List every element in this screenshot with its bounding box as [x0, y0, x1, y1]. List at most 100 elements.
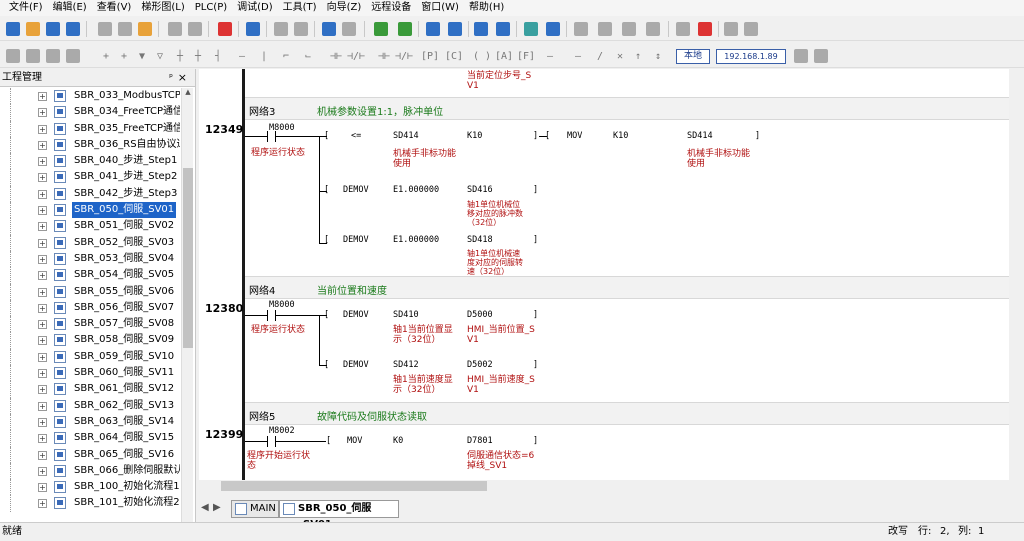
logout-icon[interactable]: [742, 20, 760, 38]
insert-network-icon[interactable]: [596, 20, 614, 38]
scroll-up-icon[interactable]: ▲: [182, 88, 194, 100]
expand-icon[interactable]: +: [38, 352, 47, 362]
n4-i2-dest[interactable]: D5002: [467, 360, 493, 370]
contact-comment[interactable]: 程序开始运行状 态: [247, 451, 310, 471]
menu-item[interactable]: 工具(T): [278, 0, 322, 16]
slash-icon[interactable]: /: [590, 47, 610, 65]
tree-item[interactable]: + SBR_057_伺服_SV08: [0, 316, 180, 333]
expand-icon[interactable]: +: [38, 108, 47, 118]
mov-instruction[interactable]: MOV: [567, 131, 582, 141]
download-icon[interactable]: [472, 20, 490, 38]
expand-icon[interactable]: +: [38, 385, 47, 395]
tree-item[interactable]: + SBR_059_伺服_SV10: [0, 348, 180, 366]
tree-item[interactable]: + SBR_033_ModbusTCP_: [0, 88, 180, 105]
expand-icon[interactable]: +: [38, 336, 47, 346]
hline2-icon[interactable]: ⌐: [276, 47, 296, 65]
expand-icon[interactable]: +: [38, 287, 47, 297]
tree-item[interactable]: + SBR_052_伺服_SV03: [0, 234, 180, 251]
tree-item[interactable]: + SBR_034_FreeTCP通信: [0, 104, 180, 121]
tree-item[interactable]: + SBR_056_伺服_SV07: [0, 299, 180, 317]
redo-icon[interactable]: [186, 20, 204, 38]
wire-tool3-icon[interactable]: ┤: [208, 47, 228, 65]
tree-item[interactable]: + SBR_051_伺服_SV02: [0, 218, 180, 235]
mov-source[interactable]: K10: [613, 131, 628, 141]
connect-icon[interactable]: [792, 47, 810, 65]
expand-icon[interactable]: +: [38, 189, 47, 199]
scroll-thumb[interactable]: [183, 168, 193, 348]
search-icon[interactable]: [244, 20, 262, 38]
print-preview-icon[interactable]: [292, 20, 310, 38]
expand-icon[interactable]: +: [38, 450, 47, 460]
no-contact-icon[interactable]: ⊣⊢: [326, 47, 346, 65]
network-4-header[interactable]: 网络4 当前位置和速度: [245, 276, 1009, 299]
func-a-icon[interactable]: [A]: [494, 47, 514, 65]
expand-icon[interactable]: +: [38, 320, 47, 330]
n4-i2-source[interactable]: SD412: [393, 360, 419, 370]
mode-c-icon[interactable]: [44, 47, 62, 65]
demov2-instruction[interactable]: DEMOV: [343, 235, 369, 245]
ip-address-button[interactable]: 192.168.1.89: [716, 49, 786, 64]
print-icon[interactable]: [272, 20, 290, 38]
n5-i1-instruction[interactable]: MOV: [347, 436, 362, 446]
mode-a-icon[interactable]: [4, 47, 22, 65]
cut-icon[interactable]: [96, 20, 114, 38]
expand-icon[interactable]: +: [38, 369, 47, 379]
up-arrow-icon[interactable]: ↑: [628, 47, 648, 65]
compare-b[interactable]: K10: [467, 131, 482, 141]
expand-icon[interactable]: +: [38, 222, 47, 232]
editor-hscrollbar[interactable]: [199, 480, 1009, 492]
n4-i2-instruction[interactable]: DEMOV: [343, 360, 369, 370]
menu-item[interactable]: 梯形图(L): [136, 0, 189, 16]
tree-item[interactable]: + SBR_041_步进_Step2: [0, 169, 180, 186]
close-icon[interactable]: ×: [178, 69, 187, 87]
demov1-source[interactable]: E1.000000: [393, 185, 439, 195]
demov2-source[interactable]: E1.000000: [393, 235, 439, 245]
tree-item[interactable]: + SBR_036_RS自由协议通: [0, 136, 180, 154]
menu-item[interactable]: 窗口(W): [416, 0, 464, 16]
menu-item[interactable]: 文件(F): [4, 0, 48, 16]
menu-item[interactable]: 远程设备: [366, 0, 416, 16]
demov2-dest[interactable]: SD418: [467, 235, 493, 245]
compile-icon[interactable]: [372, 20, 390, 38]
expand-icon[interactable]: +: [38, 483, 47, 493]
n5-i1-dest[interactable]: D7801: [467, 436, 493, 446]
tree-item[interactable]: + SBR_040_步进_Step1: [0, 153, 180, 170]
network-5-header[interactable]: 网络5 故障代码及伺服状态读取: [245, 402, 1009, 425]
mov-dest[interactable]: SD414: [687, 131, 713, 141]
monitor-icon[interactable]: [522, 20, 540, 38]
dash-icon[interactable]: —: [540, 47, 560, 65]
compare-op[interactable]: <=: [351, 131, 361, 141]
n4-i1-instruction[interactable]: DEMOV: [343, 310, 369, 320]
n5-i1-source[interactable]: K0: [393, 436, 403, 446]
stop-icon[interactable]: [446, 20, 464, 38]
up-down-icon[interactable]: ↕: [648, 47, 668, 65]
split-icon[interactable]: [644, 20, 662, 38]
settings-icon[interactable]: [674, 20, 692, 38]
open-folder-icon[interactable]: [24, 20, 42, 38]
paste-icon[interactable]: [136, 20, 154, 38]
tree-item[interactable]: + SBR_100_初始化流程1: [0, 479, 180, 496]
upload-icon[interactable]: [494, 20, 512, 38]
window-icon[interactable]: [320, 20, 338, 38]
zoom-icon[interactable]: [340, 20, 358, 38]
run-icon[interactable]: [424, 20, 442, 38]
local-button[interactable]: 本地: [676, 49, 710, 64]
edit-mode-icon[interactable]: [572, 20, 590, 38]
vline-icon[interactable]: |: [254, 47, 274, 65]
menu-item[interactable]: 查看(V): [92, 0, 137, 16]
hscroll-thumb[interactable]: [221, 481, 487, 491]
n4-i1-source[interactable]: SD410: [393, 310, 419, 320]
n4-i1-dest[interactable]: D5000: [467, 310, 493, 320]
undo-icon[interactable]: [166, 20, 184, 38]
compare-a[interactable]: SD414: [393, 131, 419, 141]
down-arrow2-icon[interactable]: ▽: [150, 47, 170, 65]
tree-item[interactable]: + SBR_061_伺服_SV12: [0, 381, 180, 398]
monitor-table-icon[interactable]: [544, 20, 562, 38]
wire-tool2-icon[interactable]: ┼: [188, 47, 208, 65]
delete-network-icon[interactable]: [620, 20, 638, 38]
branch-up-icon[interactable]: +: [96, 47, 116, 65]
network-3-header[interactable]: 网络3 机械参数设置1:1，脉冲单位: [245, 97, 1009, 120]
end-line-icon[interactable]: ⌙: [298, 47, 318, 65]
save-icon[interactable]: [44, 20, 62, 38]
demov1-instruction[interactable]: DEMOV: [343, 185, 369, 195]
